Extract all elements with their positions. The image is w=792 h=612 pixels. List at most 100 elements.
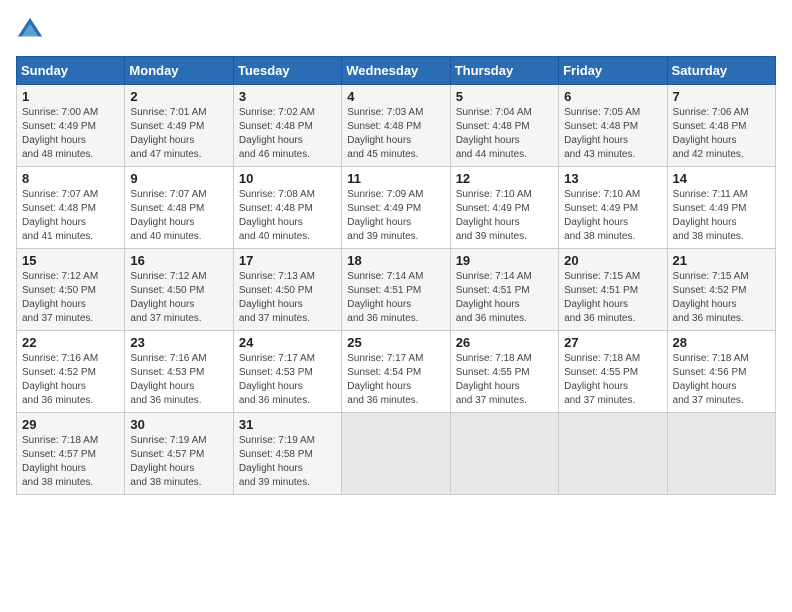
day-info: Sunrise: 7:16 AMSunset: 4:53 PMDaylight …: [130, 352, 227, 408]
calendar-table: SundayMondayTuesdayWednesdayThursdayFrid…: [16, 56, 776, 495]
day-number: 2: [130, 89, 227, 104]
day-number: 7: [673, 89, 770, 104]
calendar-cell: [559, 413, 667, 495]
calendar-cell: 16 Sunrise: 7:12 AMSunset: 4:50 PMDayligh…: [125, 249, 233, 331]
calendar-cell: 18 Sunrise: 7:14 AMSunset: 4:51 PMDayligh…: [342, 249, 450, 331]
day-number: 27: [564, 335, 661, 350]
col-header-monday: Monday: [125, 57, 233, 85]
calendar-cell: 21 Sunrise: 7:15 AMSunset: 4:52 PMDayligh…: [667, 249, 775, 331]
calendar-week-5: 29 Sunrise: 7:18 AMSunset: 4:57 PMDayligh…: [17, 413, 776, 495]
day-number: 11: [347, 171, 444, 186]
day-number: 6: [564, 89, 661, 104]
day-info: Sunrise: 7:10 AMSunset: 4:49 PMDaylight …: [564, 188, 661, 244]
calendar-cell: 2 Sunrise: 7:01 AMSunset: 4:49 PMDaylight…: [125, 85, 233, 167]
calendar-week-3: 15 Sunrise: 7:12 AMSunset: 4:50 PMDayligh…: [17, 249, 776, 331]
col-header-friday: Friday: [559, 57, 667, 85]
day-number: 3: [239, 89, 336, 104]
calendar-cell: 14 Sunrise: 7:11 AMSunset: 4:49 PMDayligh…: [667, 167, 775, 249]
calendar-week-4: 22Sunrise: 7:16 AMSunset: 4:52 PMDayligh…: [17, 331, 776, 413]
calendar-cell: 31Sunrise: 7:19 AMSunset: 4:58 PMDayligh…: [233, 413, 341, 495]
day-info: Sunrise: 7:11 AMSunset: 4:49 PMDaylight …: [673, 188, 770, 244]
calendar-cell: 29 Sunrise: 7:18 AMSunset: 4:57 PMDayligh…: [17, 413, 125, 495]
logo: [16, 16, 48, 44]
day-info: Sunrise: 7:04 AMSunset: 4:48 PMDaylight …: [456, 106, 553, 162]
day-number: 13: [564, 171, 661, 186]
col-header-thursday: Thursday: [450, 57, 558, 85]
day-info: Sunrise: 7:14 AMSunset: 4:51 PMDaylight …: [347, 270, 444, 326]
day-number: 29: [22, 417, 119, 432]
day-number: 1: [22, 89, 119, 104]
calendar-cell: 24 Sunrise: 7:17 AMSunset: 4:53 PMDayligh…: [233, 331, 341, 413]
day-number: 24: [239, 335, 336, 350]
calendar-week-2: 8 Sunrise: 7:07 AMSunset: 4:48 PMDaylight…: [17, 167, 776, 249]
day-number: 21: [673, 253, 770, 268]
calendar-cell: 9 Sunrise: 7:07 AMSunset: 4:48 PMDaylight…: [125, 167, 233, 249]
calendar-cell: 28 Sunrise: 7:18 AMSunset: 4:56 PMDayligh…: [667, 331, 775, 413]
calendar-cell: 12 Sunrise: 7:10 AMSunset: 4:49 PMDayligh…: [450, 167, 558, 249]
calendar-cell: 23 Sunrise: 7:16 AMSunset: 4:53 PMDayligh…: [125, 331, 233, 413]
day-info: Sunrise: 7:19 AMSunset: 4:57 PMDaylight …: [130, 434, 227, 490]
day-info: Sunrise: 7:18 AMSunset: 4:55 PMDaylight …: [564, 352, 661, 408]
day-info: Sunrise: 7:18 AMSunset: 4:56 PMDaylight …: [673, 352, 770, 408]
day-number: 18: [347, 253, 444, 268]
calendar-cell: 26 Sunrise: 7:18 AMSunset: 4:55 PMDayligh…: [450, 331, 558, 413]
calendar-cell: 3 Sunrise: 7:02 AMSunset: 4:48 PMDaylight…: [233, 85, 341, 167]
calendar-week-1: 1 Sunrise: 7:00 AMSunset: 4:49 PMDaylight…: [17, 85, 776, 167]
calendar-cell: 11 Sunrise: 7:09 AMSunset: 4:49 PMDayligh…: [342, 167, 450, 249]
day-info: Sunrise: 7:09 AMSunset: 4:49 PMDaylight …: [347, 188, 444, 244]
calendar-cell: 4 Sunrise: 7:03 AMSunset: 4:48 PMDaylight…: [342, 85, 450, 167]
day-info: Sunrise: 7:12 AMSunset: 4:50 PMDaylight …: [130, 270, 227, 326]
day-info: Sunrise: 7:13 AMSunset: 4:50 PMDaylight …: [239, 270, 336, 326]
day-number: 20: [564, 253, 661, 268]
calendar-cell: 19 Sunrise: 7:14 AMSunset: 4:51 PMDayligh…: [450, 249, 558, 331]
day-info: Sunrise: 7:17 AMSunset: 4:54 PMDaylight …: [347, 352, 444, 408]
day-number: 30: [130, 417, 227, 432]
day-number: 8: [22, 171, 119, 186]
col-header-wednesday: Wednesday: [342, 57, 450, 85]
calendar-cell: 8Sunrise: 7:07 AMSunset: 4:48 PMDaylight…: [17, 167, 125, 249]
day-info: Sunrise: 7:18 AMSunset: 4:57 PMDaylight …: [22, 434, 119, 490]
day-number: 19: [456, 253, 553, 268]
day-number: 25: [347, 335, 444, 350]
calendar-cell: 7 Sunrise: 7:06 AMSunset: 4:48 PMDaylight…: [667, 85, 775, 167]
calendar-cell: 17 Sunrise: 7:13 AMSunset: 4:50 PMDayligh…: [233, 249, 341, 331]
day-number: 14: [673, 171, 770, 186]
col-header-saturday: Saturday: [667, 57, 775, 85]
day-number: 4: [347, 89, 444, 104]
day-info: Sunrise: 7:14 AMSunset: 4:51 PMDaylight …: [456, 270, 553, 326]
calendar-cell: 20 Sunrise: 7:15 AMSunset: 4:51 PMDayligh…: [559, 249, 667, 331]
day-number: 9: [130, 171, 227, 186]
day-info: Sunrise: 7:12 AMSunset: 4:50 PMDaylight …: [22, 270, 119, 326]
day-number: 26: [456, 335, 553, 350]
day-number: 28: [673, 335, 770, 350]
day-info: Sunrise: 7:15 AMSunset: 4:51 PMDaylight …: [564, 270, 661, 326]
day-info: Sunrise: 7:07 AMSunset: 4:48 PMDaylight …: [130, 188, 227, 244]
day-info: Sunrise: 7:03 AMSunset: 4:48 PMDaylight …: [347, 106, 444, 162]
day-info: Sunrise: 7:02 AMSunset: 4:48 PMDaylight …: [239, 106, 336, 162]
day-info: Sunrise: 7:00 AMSunset: 4:49 PMDaylight …: [22, 106, 119, 162]
day-info: Sunrise: 7:06 AMSunset: 4:48 PMDaylight …: [673, 106, 770, 162]
day-number: 17: [239, 253, 336, 268]
day-info: Sunrise: 7:16 AMSunset: 4:52 PMDaylight …: [22, 352, 119, 408]
calendar-cell: 27 Sunrise: 7:18 AMSunset: 4:55 PMDayligh…: [559, 331, 667, 413]
day-info: Sunrise: 7:01 AMSunset: 4:49 PMDaylight …: [130, 106, 227, 162]
calendar-cell: 22Sunrise: 7:16 AMSunset: 4:52 PMDayligh…: [17, 331, 125, 413]
calendar-cell: 13 Sunrise: 7:10 AMSunset: 4:49 PMDayligh…: [559, 167, 667, 249]
day-number: 16: [130, 253, 227, 268]
calendar-cell: [667, 413, 775, 495]
calendar-cell: 1 Sunrise: 7:00 AMSunset: 4:49 PMDaylight…: [17, 85, 125, 167]
day-number: 23: [130, 335, 227, 350]
day-info: Sunrise: 7:19 AMSunset: 4:58 PMDaylight …: [239, 434, 336, 490]
day-info: Sunrise: 7:17 AMSunset: 4:53 PMDaylight …: [239, 352, 336, 408]
calendar-cell: [450, 413, 558, 495]
day-number: 12: [456, 171, 553, 186]
page-header: [16, 16, 776, 44]
calendar-cell: 25 Sunrise: 7:17 AMSunset: 4:54 PMDayligh…: [342, 331, 450, 413]
calendar-cell: 6Sunrise: 7:05 AMSunset: 4:48 PMDaylight…: [559, 85, 667, 167]
day-info: Sunrise: 7:15 AMSunset: 4:52 PMDaylight …: [673, 270, 770, 326]
day-number: 10: [239, 171, 336, 186]
calendar-cell: [342, 413, 450, 495]
day-info: Sunrise: 7:10 AMSunset: 4:49 PMDaylight …: [456, 188, 553, 244]
day-number: 15: [22, 253, 119, 268]
day-info: Sunrise: 7:18 AMSunset: 4:55 PMDaylight …: [456, 352, 553, 408]
